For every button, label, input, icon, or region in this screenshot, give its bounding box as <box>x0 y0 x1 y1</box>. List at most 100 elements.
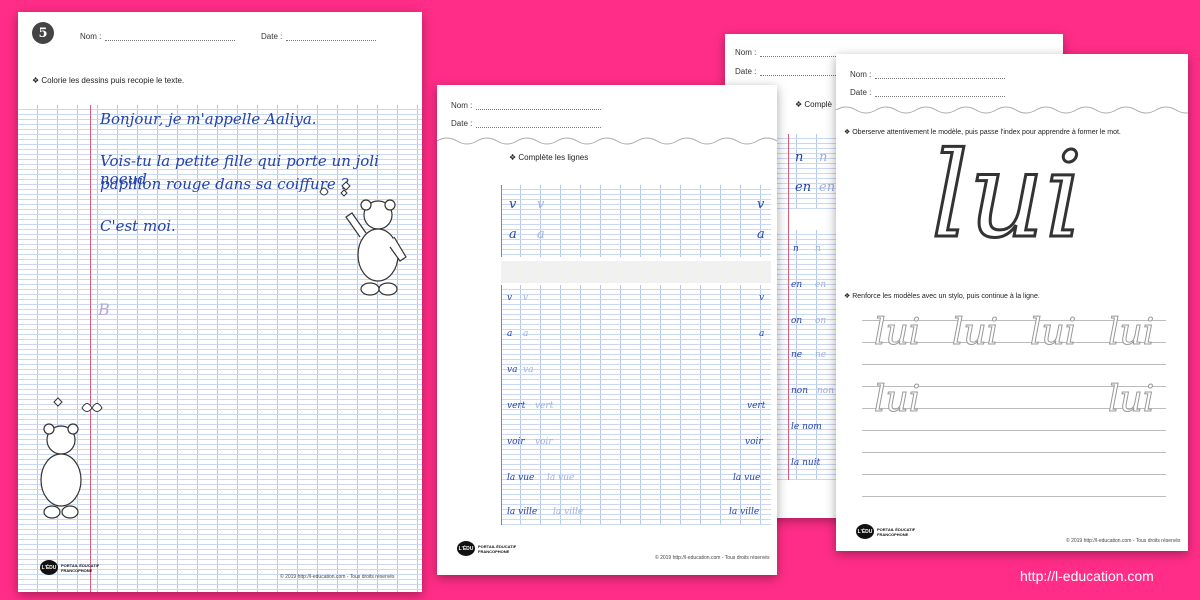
model-word: v <box>507 293 513 303</box>
margin-line <box>501 285 502 525</box>
model-word: a <box>507 329 513 339</box>
instruction-label: Complète les lignes <box>518 153 589 162</box>
date-field: Date : <box>451 119 602 128</box>
date-label: Date : <box>735 67 757 76</box>
row-model: en <box>795 180 812 195</box>
exercise-number-badge: 5 <box>32 22 54 44</box>
end-word: a <box>759 329 765 339</box>
name-label: Nom : <box>451 101 473 110</box>
trace-word[interactable]: lui <box>873 312 920 354</box>
name-field: Nom : <box>850 70 1006 79</box>
name-field: Nom : <box>80 32 236 41</box>
logo-line1: PORTAIL ÉDUCATIF <box>877 526 916 532</box>
trace-word[interactable]: lui <box>873 379 920 421</box>
end-word: voir <box>745 437 763 447</box>
row-model: non <box>791 386 809 396</box>
writing-grid-bottom <box>777 230 837 480</box>
instruction-label: Renforce les modèles avec un stylo, puis… <box>852 293 1040 300</box>
text-line-3: papillon rouge dans sa coiffure ? <box>100 175 349 193</box>
ledu-logo: L'ÉDU PORTAIL ÉDUCATIF FRANCOPHONE <box>856 524 915 539</box>
name-label: Nom : <box>80 32 102 41</box>
trace-word: v <box>523 293 529 303</box>
row-trace: non <box>817 386 835 396</box>
row-trace: n <box>815 244 821 254</box>
instruction-text-2: ❖ Renforce les modèles avec un stylo, pu… <box>844 293 1040 300</box>
teddy-bear-drawing-top[interactable] <box>338 197 418 302</box>
name-label: Nom : <box>735 48 757 57</box>
instruction-label: Complè <box>804 100 832 109</box>
trace-word[interactable]: lui <box>1029 312 1076 354</box>
wave-divider <box>437 137 777 145</box>
worksheet-2: Nom : Date : ❖ Complète les lignes v v v… <box>437 85 777 575</box>
row-model: ne <box>791 350 803 360</box>
model-word: la ville <box>507 507 538 517</box>
row-trace: en <box>819 180 836 195</box>
row-model: le nom <box>791 422 822 432</box>
text-line-1: Bonjour, je m'appelle Aaliya. <box>100 110 317 128</box>
logo-line2: FRANCOPHONE <box>478 548 510 554</box>
butterfly-drawing[interactable] <box>316 180 356 200</box>
row-trace: en <box>815 280 827 290</box>
model-word: voir <box>507 437 525 447</box>
separator-band <box>501 261 771 283</box>
text-line-4: C'est moi. <box>100 217 176 235</box>
trace-letter: B <box>98 300 110 319</box>
row-model: en <box>791 280 803 290</box>
date-line[interactable] <box>875 96 1006 97</box>
trace-letter: v <box>537 197 545 212</box>
copyright-footer: © 2019 http://l-education.com - Tous dro… <box>1066 538 1181 544</box>
trace-word[interactable]: lui <box>951 312 998 354</box>
model-word: va <box>507 365 518 375</box>
writing-grid-top <box>777 134 837 209</box>
logo-mark: L'ÉDU <box>856 524 874 539</box>
trace-word: a <box>523 329 529 339</box>
name-line[interactable] <box>875 78 1006 79</box>
row-model: on <box>791 316 803 326</box>
ledu-logo: L'ÉDU PORTAIL ÉDUCATIF FRANCOPHONE <box>40 560 99 575</box>
logo-line1: PORTAIL ÉDUCATIF <box>61 562 100 568</box>
butterflies-drawing[interactable] <box>48 394 103 419</box>
date-line[interactable] <box>476 127 602 128</box>
trace-word: va <box>523 365 534 375</box>
row-trace: on <box>815 316 827 326</box>
trace-letter: a <box>537 227 545 242</box>
name-line[interactable] <box>105 40 236 41</box>
logo-line1: PORTAIL ÉDUCATIF <box>478 543 517 549</box>
name-field: Nom : <box>451 101 602 110</box>
row-model: la nuit <box>791 458 821 468</box>
logo-line2: FRANCOPHONE <box>877 531 909 537</box>
worksheet-1: 5 Nom : Date : ❖ Colorie les dessins pui… <box>18 12 422 592</box>
logo-mark: L'ÉDU <box>457 541 475 556</box>
name-label: Nom : <box>850 70 872 79</box>
model-word: vert <box>507 401 526 411</box>
name-line[interactable] <box>476 109 602 110</box>
model-word: la vue <box>507 473 535 483</box>
worksheet-4: Nom : Date : ❖ Oberserve attentivement l… <box>836 54 1188 551</box>
end-word: la vue <box>733 473 761 483</box>
margin-line <box>501 185 502 257</box>
trace-word: vert <box>535 401 554 411</box>
date-label: Date : <box>850 88 872 97</box>
instruction-text: ❖ Complète les lignes <box>509 153 589 162</box>
trace-word[interactable]: lui <box>1107 379 1154 421</box>
trace-word: la vue <box>547 473 575 483</box>
date-line[interactable] <box>286 40 377 41</box>
trace-word[interactable]: lui <box>1107 312 1154 354</box>
row-model: n <box>793 244 799 254</box>
site-url[interactable]: http://l-education.com <box>1020 568 1154 584</box>
instruction-text: ❖ Complè <box>795 100 832 109</box>
date-label: Date : <box>261 32 283 41</box>
trace-word: voir <box>535 437 553 447</box>
end-word: v <box>759 293 765 303</box>
ledu-logo: L'ÉDU PORTAIL ÉDUCATIF FRANCOPHONE <box>457 541 516 556</box>
end-word: la ville <box>729 507 760 517</box>
big-model-word[interactable]: lui <box>929 129 1083 262</box>
teddy-bear-drawing-bottom[interactable] <box>26 422 96 522</box>
date-label: Date : <box>451 119 473 128</box>
end-letter: a <box>757 227 765 242</box>
end-word: vert <box>747 401 766 411</box>
instruction-label: Colorie les dessins puis recopie le text… <box>41 76 185 85</box>
logo-line2: FRANCOPHONE <box>61 567 93 573</box>
row-trace: ne <box>815 350 827 360</box>
row-trace: n <box>819 150 828 165</box>
